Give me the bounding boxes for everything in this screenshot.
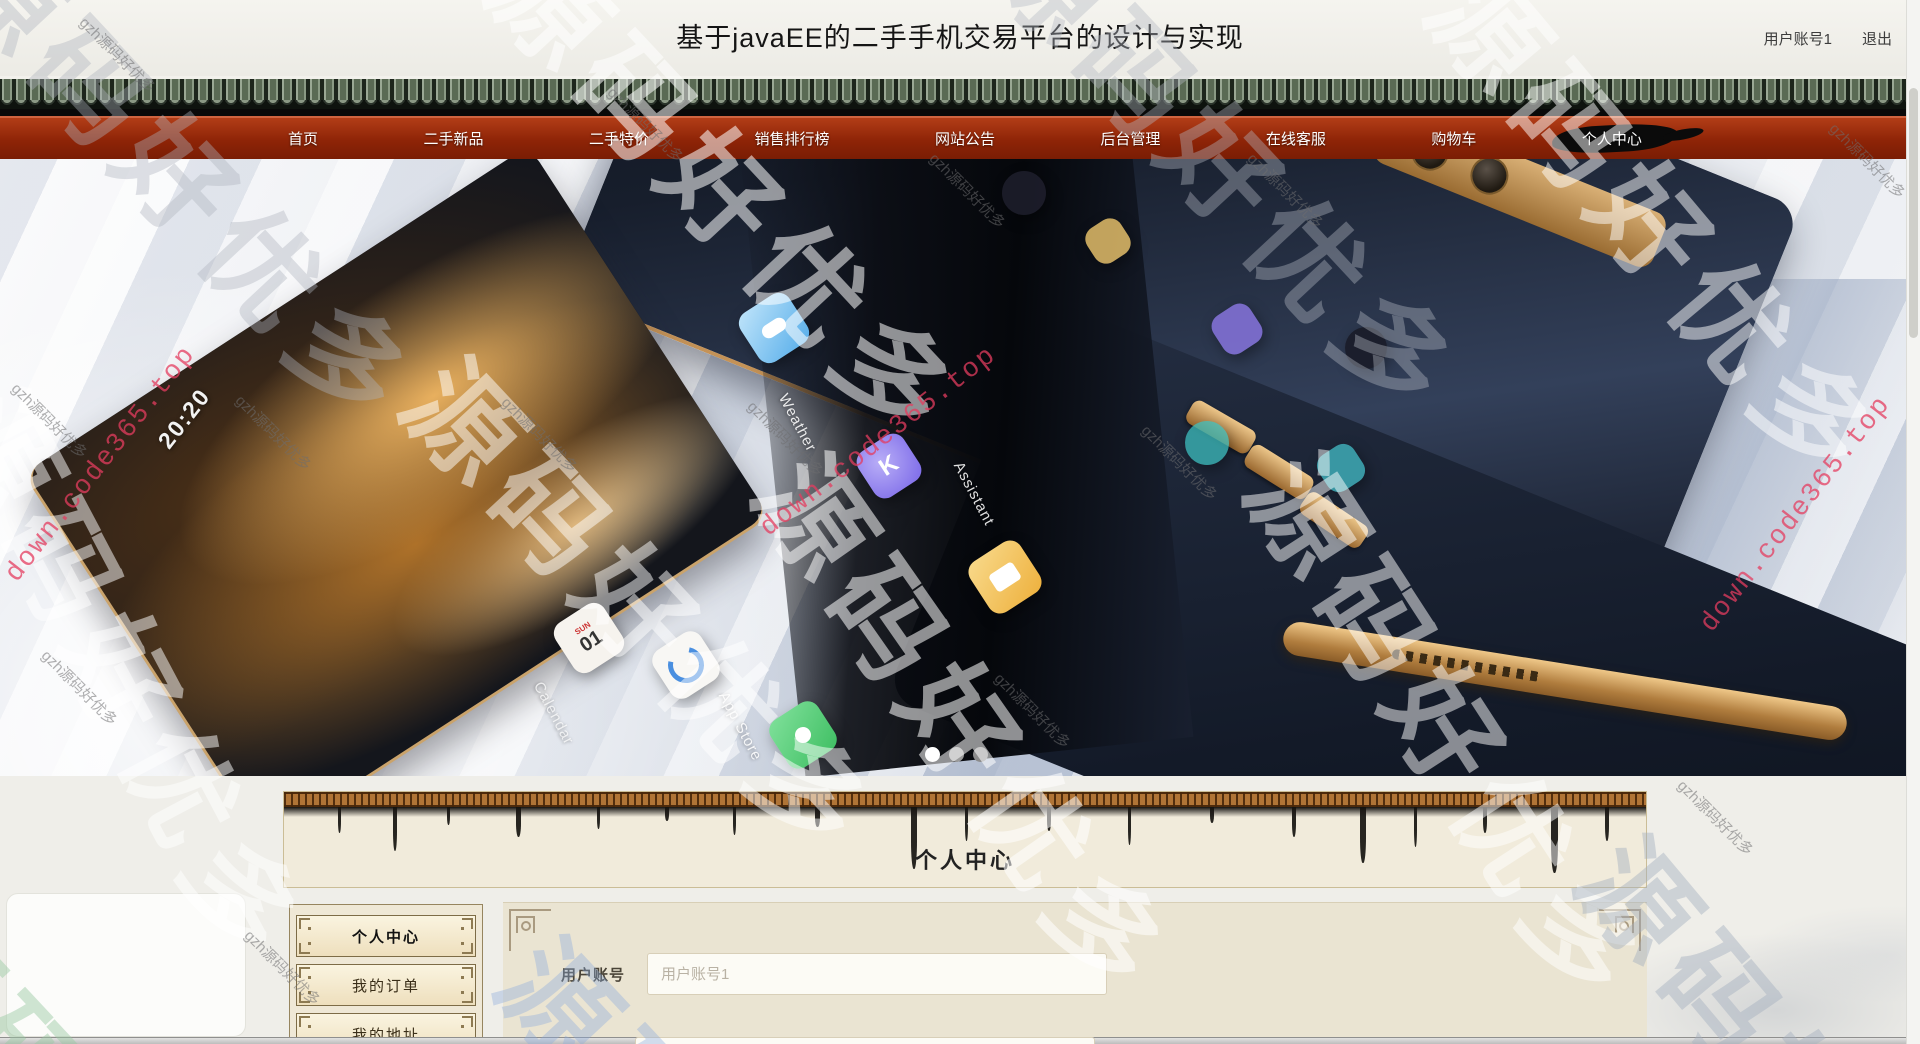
nav-item-service[interactable]: 在线客服 [1260,124,1332,153]
nav-item-ranking[interactable]: 销售排行榜 [748,124,835,153]
second-input[interactable] [635,1037,1095,1044]
header: 基于javaEE的二手手机交易平台的设计与实现 用户账号1 退出 [0,0,1920,76]
main-nav: 首页 二手新品 二手特价 销售排行榜 网站公告 后台管理 在线客服 购物车 个人… [0,116,1920,159]
appstore-app-label: App Store [714,689,766,764]
carousel-dot-2[interactable] [949,747,964,762]
page-scrollbar[interactable] [1906,0,1920,1044]
camera-lens [1405,159,1455,177]
page: 基于javaEE的二手手机交易平台的设计与实现 用户账号1 退出 首页 二手新品… [0,0,1920,1044]
nav-item-cart[interactable]: 购物车 [1425,124,1482,153]
nav-item-home[interactable]: 首页 [282,124,324,153]
header-user-area: 用户账号1 退出 [1764,0,1892,76]
sidebar-menu: 个人中心 我的订单 我的地址 [289,904,483,1044]
section-banner: 个人中心 [283,791,1647,888]
nav-item-new[interactable]: 二手新品 [417,124,489,153]
account-form-row: 用户账号 [561,953,1107,995]
appstore-app-icon [647,626,725,704]
sidebar-item-profile[interactable]: 个人中心 [296,915,476,957]
sidebar-item-label: 我的订单 [351,977,420,995]
camera-lens [1464,159,1515,201]
profile-form-panel: 用户账号 [503,902,1647,1044]
logout-link[interactable]: 退出 [1862,28,1892,49]
carousel-dot-1[interactable] [925,747,940,762]
ink-mountain-background [1600,820,1920,1044]
nav-item-profile[interactable]: 个人中心 [1551,121,1679,156]
sidebar-item-label: 个人中心 [351,928,420,946]
section-title: 个人中心 [914,848,1015,873]
scrollbar-thumb[interactable] [1909,88,1918,338]
calendar-app-label: Calendar [529,679,578,748]
account-input[interactable] [647,953,1107,995]
corner-ornament [509,909,555,955]
background-card [6,893,246,1037]
hero-carousel: 20:20 Weather K Assistant SUN 01 Calenda… [0,159,1920,776]
channel-watermark: gzh源码好优多 [1673,777,1757,860]
user-account-link[interactable]: 用户账号1 [1764,28,1832,49]
roof-tile-border [0,76,1920,116]
page-title: 基于javaEE的二手手机交易平台的设计与实现 [676,23,1244,53]
corner-ornament [1595,909,1641,955]
account-field-label: 用户账号 [561,966,626,984]
nav-item-admin[interactable]: 后台管理 [1094,124,1166,153]
nav-item-special[interactable]: 二手特价 [583,124,655,153]
carousel-dots [925,747,988,762]
sidebar-item-orders[interactable]: 我的订单 [296,964,476,1006]
nav-item-announcement[interactable]: 网站公告 [929,124,1001,153]
carousel-dot-3[interactable] [973,747,988,762]
meander-border [284,792,1646,807]
